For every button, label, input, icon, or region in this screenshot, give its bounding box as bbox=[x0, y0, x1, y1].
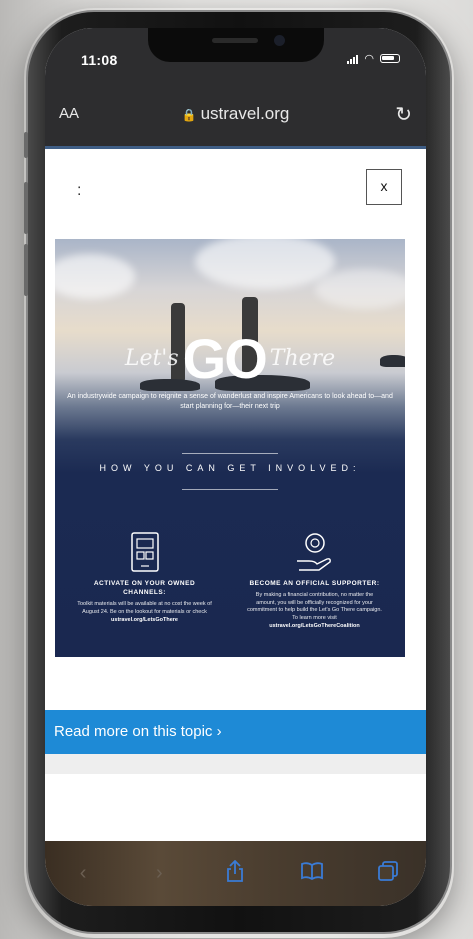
lets-go-there-logo: Let'sGO There bbox=[55, 326, 405, 391]
official-supporter-title: BECOME AN OFFICIAL SUPPORTER: bbox=[249, 580, 380, 587]
logo-main: GO bbox=[182, 327, 268, 390]
silent-switch bbox=[24, 132, 28, 158]
logo-suffix: There bbox=[269, 346, 336, 371]
chevron-right-icon[interactable]: › bbox=[139, 862, 179, 885]
read-more-link[interactable]: Read more on this topic › bbox=[45, 710, 426, 754]
cloud-shape bbox=[55, 254, 135, 299]
official-supporter-body: By making a financial contribution, no m… bbox=[247, 592, 382, 621]
url-display[interactable]: 🔒 ustravel.org bbox=[45, 104, 426, 124]
front-camera bbox=[274, 35, 285, 46]
speaker-grille bbox=[212, 38, 258, 43]
official-supporter-column: BECOME AN OFFICIAL SUPPORTER: By making … bbox=[247, 529, 382, 629]
cloud-shape bbox=[315, 269, 405, 309]
cloud-shape bbox=[195, 239, 335, 289]
close-button[interactable]: x bbox=[366, 169, 402, 205]
divider bbox=[182, 489, 278, 490]
involved-heading: HOW YOU CAN GET INVOLVED: bbox=[99, 463, 361, 473]
tabs-icon[interactable] bbox=[368, 860, 408, 887]
hand-coin-icon bbox=[247, 529, 382, 575]
chevron-left-icon[interactable]: ‹ bbox=[63, 862, 103, 885]
phone-screen: 11:08 ◠ AA 🔒 ustravel.org ↻ : x Let'sGO … bbox=[45, 28, 426, 906]
divider bbox=[182, 453, 278, 454]
volume-down-button bbox=[24, 244, 28, 296]
browser-address-bar[interactable]: AA 🔒 ustravel.org ↻ bbox=[45, 88, 426, 149]
promo-banner: Let'sGO There An industrywide campaign to… bbox=[55, 239, 405, 657]
signal-icon bbox=[347, 54, 359, 64]
owned-channels-body: Toolkit materials will be available at n… bbox=[77, 601, 212, 615]
owned-channels-column: ACTIVATE ON YOUR OWNED CHANNELS: Toolkit… bbox=[77, 529, 212, 623]
reload-icon[interactable]: ↻ bbox=[395, 102, 412, 127]
book-icon[interactable] bbox=[292, 861, 332, 886]
browser-toolbar: ‹ › bbox=[45, 841, 426, 906]
volume-up-button bbox=[24, 182, 28, 234]
owned-channels-link[interactable]: ustravel.org/LetsGoThere bbox=[77, 617, 212, 623]
battery-icon bbox=[380, 54, 400, 63]
owned-channels-title: ACTIVATE ON YOUR OWNED CHANNELS: bbox=[93, 580, 196, 596]
official-supporter-link[interactable]: ustravel.org/LetsGoThereCoalition bbox=[247, 623, 382, 629]
promo-tagline: An industrywide campaign to reignite a s… bbox=[67, 393, 393, 410]
logo-prefix: Let's bbox=[124, 346, 179, 371]
content-divider bbox=[45, 754, 426, 774]
device-notch bbox=[148, 28, 324, 62]
page-content: : x Let'sGO There An industrywide campaig… bbox=[45, 149, 426, 849]
modal-title: : bbox=[77, 182, 82, 199]
url-text: ustravel.org bbox=[200, 104, 290, 123]
status-icons: ◠ bbox=[347, 52, 400, 65]
status-time: 11:08 bbox=[81, 52, 118, 68]
wifi-icon: ◠ bbox=[364, 53, 374, 65]
lock-icon: 🔒 bbox=[181, 108, 197, 122]
phone-channels-icon bbox=[77, 529, 212, 575]
share-icon[interactable] bbox=[215, 859, 255, 888]
